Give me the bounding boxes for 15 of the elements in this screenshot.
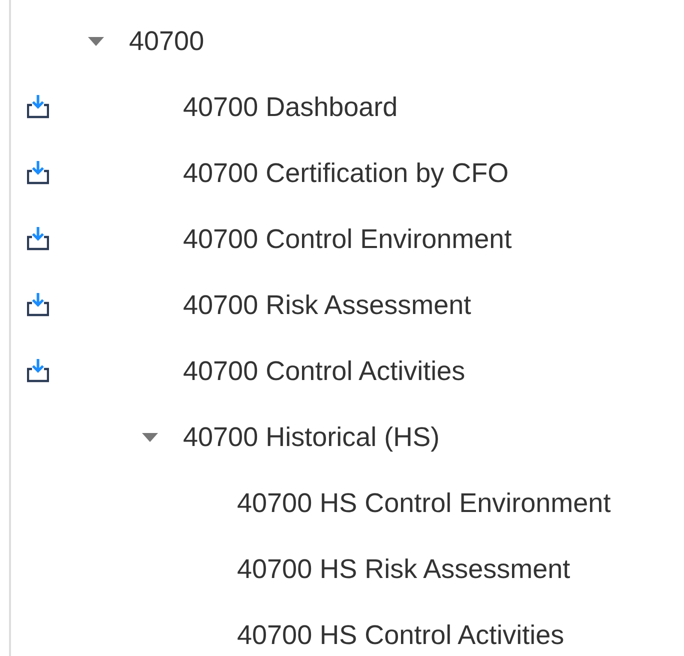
- report-link[interactable]: 40700 HS Control Environment: [237, 488, 611, 518]
- report-link[interactable]: 40700 Control Environment: [183, 224, 512, 254]
- report-link[interactable]: 40700 Dashboard: [183, 92, 398, 122]
- download-icon[interactable]: [27, 359, 49, 383]
- report-link[interactable]: 40700 Certification by CFO: [183, 158, 509, 188]
- report-link[interactable]: 40700 Risk Assessment: [183, 290, 472, 320]
- folder-label[interactable]: 40700 Historical (HS): [183, 422, 440, 452]
- download-icon[interactable]: [27, 95, 49, 119]
- report-link[interactable]: 40700 Control Activities: [183, 356, 466, 386]
- report-link[interactable]: 40700 HS Risk Assessment: [237, 554, 570, 584]
- download-icon[interactable]: [27, 161, 49, 185]
- download-icon[interactable]: [27, 293, 49, 317]
- folder-label[interactable]: 40700: [129, 26, 204, 56]
- download-icon[interactable]: [27, 227, 49, 251]
- report-link[interactable]: 40700 HS Control Activities: [237, 620, 564, 650]
